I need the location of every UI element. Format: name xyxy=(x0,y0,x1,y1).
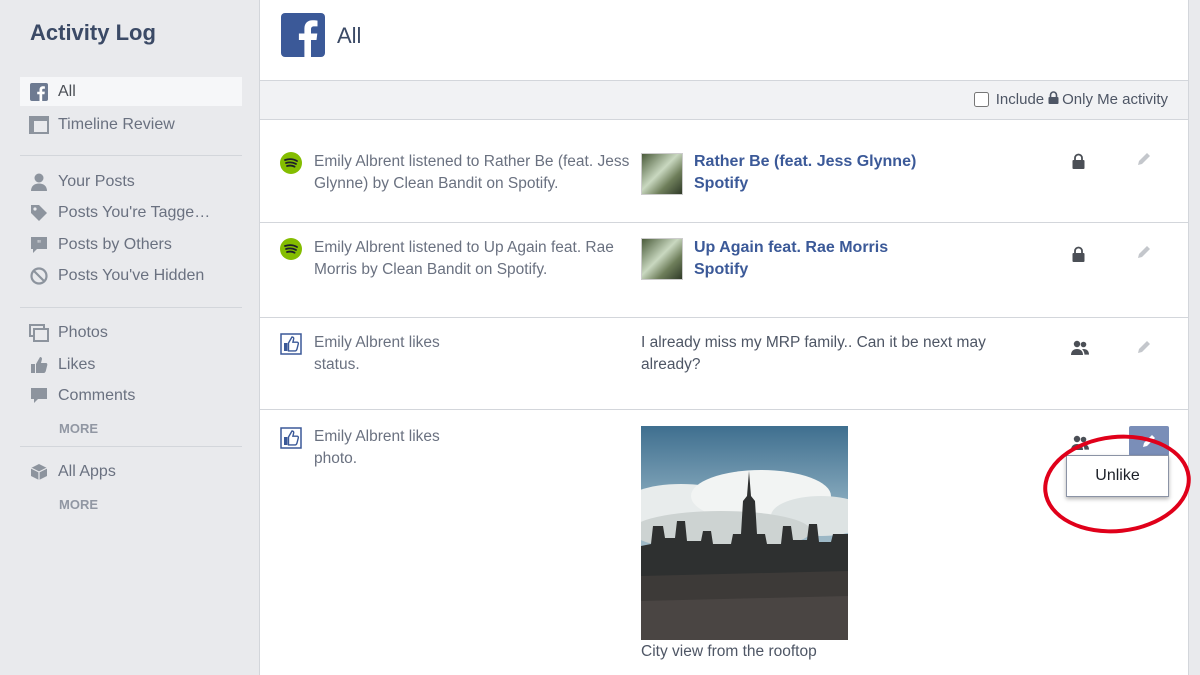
friends-icon[interactable] xyxy=(1071,340,1089,356)
album-thumbnail[interactable] xyxy=(641,238,683,280)
unlike-menu-item[interactable]: Unlike xyxy=(1067,456,1168,496)
lock-icon[interactable] xyxy=(1072,246,1088,262)
activity-row: Emily Albrent likes photo. City view fro… xyxy=(260,411,1196,675)
hidden-icon xyxy=(29,266,49,286)
artist-link[interactable]: Clean Bandit xyxy=(393,175,482,192)
facebook-logo-icon xyxy=(281,13,325,57)
activity-text: Emily Albrent listened to Rather Be (fea… xyxy=(314,151,634,195)
filter-include-label: Include xyxy=(995,91,1045,108)
sidebar-more-link[interactable]: MORE xyxy=(59,421,98,436)
photo-caption: City view from the rooftop xyxy=(641,643,817,660)
apps-cube-icon xyxy=(29,462,49,482)
liked-photo[interactable] xyxy=(641,426,848,640)
thumbs-up-icon xyxy=(29,355,49,375)
service-link[interactable]: Spotify. xyxy=(497,261,548,278)
sidebar: Activity Log All Timeline Review Your Po… xyxy=(0,0,258,675)
media-source-link[interactable]: Spotify xyxy=(694,173,748,195)
object-link[interactable]: photo. xyxy=(314,450,357,467)
sidebar-item-posts-tagged[interactable]: Posts You're Tagge… xyxy=(20,198,242,227)
sidebar-divider xyxy=(20,155,242,156)
photos-icon xyxy=(29,323,49,343)
activity-verb: listened to xyxy=(408,153,480,170)
sidebar-item-posts-hidden[interactable]: Posts You've Hidden xyxy=(20,261,242,290)
sidebar-item-label: Likes xyxy=(58,355,96,373)
sidebar-item-your-posts[interactable]: Your Posts xyxy=(20,167,242,196)
on-word: on xyxy=(475,261,493,278)
sidebar-item-label: Posts You're Tagge… xyxy=(58,203,211,221)
sidebar-item-label: Posts You've Hidden xyxy=(58,266,205,284)
tag-icon xyxy=(29,203,49,223)
sidebar-divider xyxy=(20,307,242,308)
sidebar-divider xyxy=(20,446,242,447)
actor-name[interactable]: Emily Albrent xyxy=(314,334,404,351)
pencil-icon[interactable] xyxy=(1136,339,1154,357)
timeline-icon xyxy=(29,115,49,135)
activity-verb: likes xyxy=(408,428,440,445)
header: All xyxy=(260,0,1188,81)
activity-log-main: All Include Only Me activity Emily Albre… xyxy=(259,0,1196,675)
activity-verb: listened to xyxy=(408,239,480,256)
sidebar-item-comments[interactable]: Comments xyxy=(20,381,242,410)
only-me-filter[interactable]: Include Only Me activity xyxy=(973,91,1168,108)
by-word: by xyxy=(361,261,378,278)
actor-name[interactable]: Emily Albrent xyxy=(314,428,404,445)
filter-only-me-label: Only Me activity xyxy=(1062,91,1168,108)
actor-name[interactable]: Emily Albrent xyxy=(314,239,404,256)
sidebar-item-posts-by-others[interactable]: " Posts by Others xyxy=(20,230,242,259)
actor-name[interactable]: Emily Albrent xyxy=(314,153,404,170)
spotify-icon xyxy=(280,152,302,174)
sidebar-item-label: Your Posts xyxy=(58,172,135,190)
facebook-icon xyxy=(29,82,49,102)
sidebar-item-all-apps[interactable]: All Apps xyxy=(20,457,242,486)
album-thumbnail[interactable] xyxy=(641,153,683,195)
media-title-link[interactable]: Rather Be (feat. Jess Glynne) xyxy=(694,151,916,173)
activity-text: Emily Albrent likes photo. xyxy=(314,426,634,470)
media-source-link[interactable]: Spotify xyxy=(694,259,748,281)
quote-bubble-icon: " xyxy=(29,235,49,255)
comment-icon xyxy=(29,386,49,406)
sidebar-title: Activity Log xyxy=(30,20,156,45)
thumbs-up-icon xyxy=(280,427,302,449)
on-word: on xyxy=(486,175,504,192)
lock-icon xyxy=(1048,91,1059,108)
edit-button-active[interactable] xyxy=(1129,426,1169,456)
lock-icon[interactable] xyxy=(1072,153,1088,169)
pencil-icon xyxy=(1143,435,1155,447)
sidebar-item-label: All xyxy=(58,82,76,100)
sidebar-item-label: Timeline Review xyxy=(58,115,175,133)
sidebar-item-all[interactable]: All xyxy=(20,77,242,106)
sidebar-item-label: Comments xyxy=(58,386,136,404)
activity-row: Emily Albrent listened to Up Again feat.… xyxy=(260,224,1188,318)
activity-row: Emily Albrent listened to Rather Be (fea… xyxy=(260,131,1188,223)
person-icon xyxy=(29,172,49,192)
artist-link[interactable]: Clean Bandit xyxy=(382,261,471,278)
thumbs-up-icon xyxy=(280,333,302,355)
friends-icon[interactable] xyxy=(1071,435,1089,451)
activity-row: Emily Albrent likes status. I already mi… xyxy=(260,319,1188,410)
by-word: by xyxy=(372,175,389,192)
edit-dropdown-menu: Unlike xyxy=(1066,455,1169,497)
only-me-checkbox[interactable] xyxy=(973,92,989,107)
page-title: All xyxy=(337,23,362,48)
pencil-icon[interactable] xyxy=(1136,244,1154,262)
sidebar-item-timeline-review[interactable]: Timeline Review xyxy=(20,110,242,139)
sidebar-item-label: Photos xyxy=(58,323,108,341)
spotify-icon xyxy=(280,238,302,260)
activity-verb: likes xyxy=(408,334,440,351)
sidebar-item-likes[interactable]: Likes xyxy=(20,350,242,379)
object-link[interactable]: status. xyxy=(314,356,360,373)
activity-text: Emily Albrent likes status. xyxy=(314,332,634,376)
media-title-link[interactable]: Up Again feat. Rae Morris xyxy=(694,237,888,259)
sidebar-item-label: Posts by Others xyxy=(58,235,172,253)
service-link[interactable]: Spotify. xyxy=(508,175,559,192)
activity-text: Emily Albrent listened to Up Again feat.… xyxy=(314,237,634,281)
sidebar-item-label: All Apps xyxy=(58,462,116,480)
sidebar-more-link[interactable]: MORE xyxy=(59,497,98,512)
filter-bar: Include Only Me activity xyxy=(260,81,1188,120)
svg-text:": " xyxy=(37,239,42,250)
status-content[interactable]: I already miss my MRP family.. Can it be… xyxy=(641,332,1031,376)
pencil-icon[interactable] xyxy=(1136,151,1154,169)
sidebar-item-photos[interactable]: Photos xyxy=(20,318,242,347)
